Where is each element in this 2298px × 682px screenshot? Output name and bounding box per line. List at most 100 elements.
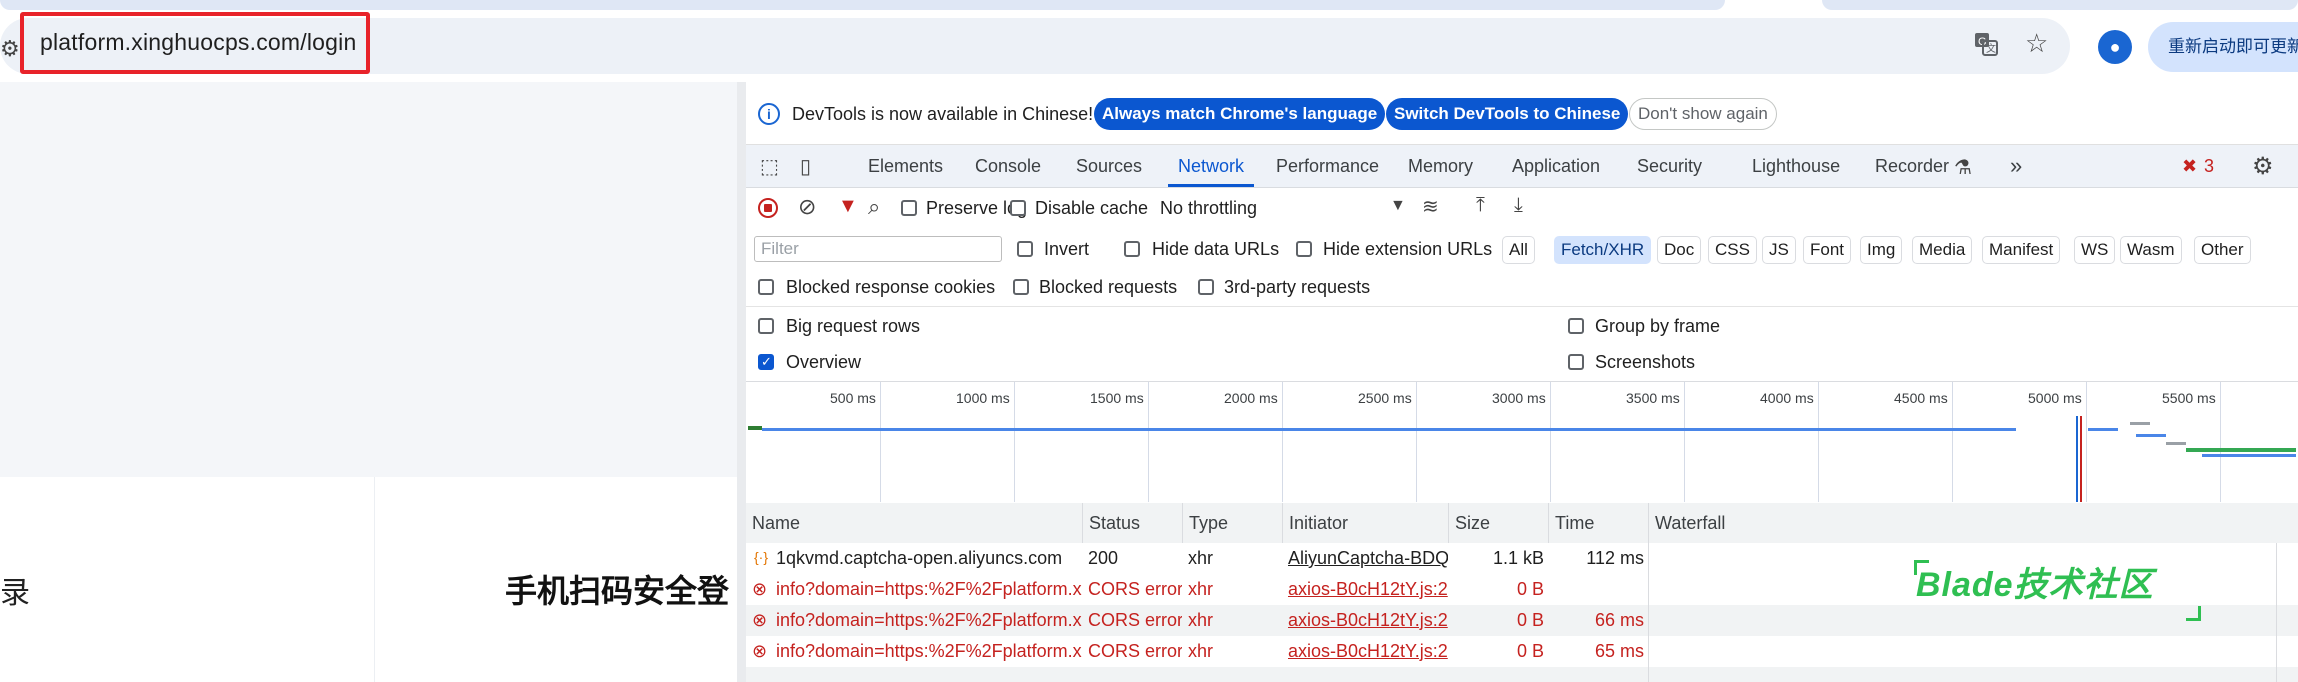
bookmark-star-icon[interactable]: ☆ [2025,28,2048,59]
filter-funnel-icon[interactable]: ▼ [838,195,858,218]
devtools-panel: i DevTools is now available in Chinese! … [746,82,2298,682]
chip-ws[interactable]: WS [2074,236,2116,264]
blocked-filters-row: Blocked response cookies Blocked request… [746,268,2298,307]
chip-wasm[interactable]: Wasm [2120,236,2182,264]
more-tabs-icon[interactable]: » [2010,145,2022,187]
timeline-gridline [1282,382,1283,502]
site-settings-icon[interactable]: ⚙ [0,36,20,62]
browser-tab[interactable] [0,0,1725,10]
chip-font[interactable]: Font [1803,236,1852,264]
network-overview-timeline[interactable]: 500 ms 1000 ms 1500 ms 2000 ms 2500 ms 3… [746,381,2298,505]
search-icon[interactable]: ⌕ [868,194,880,220]
timeline-gridline [1818,382,1819,502]
disable-cache-checkbox[interactable] [1010,200,1026,216]
table-row[interactable] [746,667,2298,682]
invert-label: Invert [1044,239,1090,259]
request-size: 0 B [1516,610,1544,630]
col-type[interactable]: Type [1182,503,1282,543]
url-text[interactable]: platform.xinghuocps.com/login [40,29,356,56]
third-party-checkbox[interactable] [1198,279,1214,295]
switch-chinese-button[interactable]: Switch DevTools to Chinese [1386,98,1629,130]
overview-label: Overview [786,352,862,372]
device-toolbar-icon[interactable]: ▯ [800,154,811,179]
timeline-gridline [1952,382,1953,502]
overview-checkbox[interactable] [758,354,774,370]
dont-show-again-button[interactable]: Don't show again [1629,98,1777,130]
profile-avatar-icon[interactable]: ● [2098,30,2132,64]
throttling-select[interactable]: No throttling [1160,198,1257,219]
col-initiator[interactable]: Initiator [1282,503,1448,543]
restart-update-button[interactable]: 重新启动即可更新 [2148,22,2298,72]
group-by-frame-checkbox[interactable] [1568,318,1584,334]
blocked-cookies-checkbox[interactable] [758,279,774,295]
timeline-gridline [2220,382,2221,502]
request-type: xhr [1188,610,1214,630]
record-stop-icon[interactable] [758,198,778,218]
clear-icon[interactable]: ⊘ [798,194,816,220]
tab-network[interactable]: Network [1168,145,1255,187]
request-status: CORS error [1088,641,1182,661]
language-infobar: i DevTools is now available in Chinese! … [746,82,2298,145]
filter-row: Filter Invert Hide data URLs Hide extens… [746,228,2298,268]
tab-performance[interactable]: Performance [1276,145,1379,187]
chip-img[interactable]: Img [1860,236,1903,264]
tab-recorder[interactable]: Recorder [1875,145,1949,187]
browser-tab[interactable] [1822,0,2298,10]
timeline-gridline [1416,382,1417,502]
chip-css[interactable]: CSS [1708,236,1757,264]
tab-memory[interactable]: Memory [1408,145,1473,187]
waterfall-gridline [2276,543,2277,682]
tab-sources[interactable]: Sources [1076,145,1142,187]
tab-elements[interactable]: Elements [868,145,943,187]
blocked-requests-checkbox[interactable] [1013,279,1029,295]
screenshots-checkbox[interactable] [1568,354,1584,370]
preserve-log-checkbox[interactable] [901,200,917,216]
hide-data-urls-checkbox[interactable] [1124,241,1140,257]
col-waterfall[interactable]: Waterfall [1648,503,2298,543]
col-status[interactable]: Status [1082,503,1182,543]
chip-all[interactable]: All [1502,236,1535,264]
invert-checkbox[interactable] [1017,241,1033,257]
qr-login-title: 手机扫码安全登 [505,573,730,609]
request-initiator[interactable]: axios-B0cH12tY.js:2 [1282,636,1448,667]
chip-fetch-xhr[interactable]: Fetch/XHR [1554,236,1652,264]
chip-other[interactable]: Other [2194,236,2251,264]
chevron-down-icon[interactable]: ▼ [1390,197,1406,215]
timeline-gridline [1684,382,1685,502]
chip-media[interactable]: Media [1912,236,1973,264]
col-size[interactable]: Size [1448,503,1548,543]
hide-ext-urls-checkbox[interactable] [1296,241,1312,257]
error-count[interactable]: 3 [2204,156,2214,177]
col-name[interactable]: Name [746,503,1082,543]
tab-console[interactable]: Console [975,145,1041,187]
timeline-gridline [1148,382,1149,502]
timeline-bar [762,428,2016,431]
import-har-icon[interactable]: ⤒ [1476,194,1485,217]
table-row[interactable]: ⊗ info?domain=https:%2F%2Fplatform.xingh… [746,605,2298,636]
chip-doc[interactable]: Doc [1657,236,1702,264]
match-language-button[interactable]: Always match Chrome's language [1094,98,1386,130]
network-conditions-icon[interactable]: ≋ [1422,194,1439,219]
filter-input[interactable]: Filter [754,236,1002,262]
timeline-gridline [880,382,881,502]
inspect-element-icon[interactable]: ⬚ [760,154,779,179]
tick-label: 3000 ms [1492,390,1546,406]
chip-manifest[interactable]: Manifest [1982,236,2061,264]
tab-application[interactable]: Application [1512,145,1600,187]
tick-label: 1500 ms [1090,390,1144,406]
chip-js[interactable]: JS [1762,236,1796,264]
big-rows-checkbox[interactable] [758,318,774,334]
request-initiator[interactable]: axios-B0cH12tY.js:2 [1282,574,1448,605]
login-tab-label[interactable]: 录 [0,568,30,612]
col-time[interactable]: Time [1548,503,1648,543]
error-badge-icon[interactable]: ✖ [2182,156,2197,177]
settings-gear-icon[interactable]: ⚙ [2252,152,2274,181]
tab-lighthouse[interactable]: Lighthouse [1752,145,1840,187]
devtools-splitter[interactable] [737,82,746,682]
export-har-icon[interactable]: ⤓ [1514,194,1523,217]
request-initiator[interactable]: axios-B0cH12tY.js:2 [1282,605,1448,636]
table-row[interactable]: ⊗ info?domain=https:%2F%2Fplatform.xingh… [746,636,2298,667]
tab-security[interactable]: Security [1637,145,1702,187]
request-initiator[interactable]: AliyunCaptcha-BDQb5Cnf.j... [1282,543,1448,574]
translate-icon[interactable]: G文 [1972,30,2000,65]
